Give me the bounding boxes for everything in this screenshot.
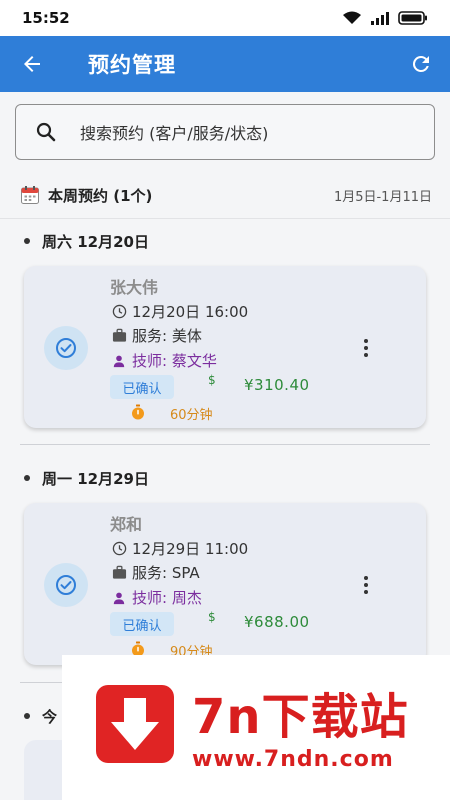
more-options-button[interactable] <box>354 565 378 605</box>
customer-name: 张大伟 <box>110 278 159 297</box>
more-vert-icon <box>364 346 368 350</box>
status-badge: 已确认 <box>110 375 174 399</box>
more-vert-icon <box>364 339 368 343</box>
status-indicator <box>44 563 88 607</box>
service-text: 服务: SPA <box>132 564 200 582</box>
bullet <box>24 238 30 244</box>
divider <box>0 218 450 219</box>
check-circle-icon <box>56 338 76 358</box>
day-label: 周一 12月29日 <box>42 469 149 488</box>
datetime-text: 12月20日 16:00 <box>132 303 249 321</box>
service-text: 服务: 美体 <box>132 327 202 345</box>
app-bar: 预约管理 <box>0 36 450 92</box>
search-input[interactable]: 搜索预约 (客户/服务/状态) <box>15 104 435 160</box>
appointment-technician: 技师: 蔡文华 <box>110 350 217 371</box>
appointment-card[interactable]: 张大伟 12月20日 16:00 服务: 美体 技师: 蔡文华 已确认 $ ¥3… <box>24 266 426 428</box>
clock-icon <box>110 303 128 321</box>
bullet <box>24 475 30 481</box>
calendar-icon <box>21 186 39 204</box>
person-icon <box>110 589 128 607</box>
day-label: 今 <box>42 707 58 726</box>
signal-icon <box>371 12 389 25</box>
watermark-overlay: 7n下载站 www.7ndn.com <box>62 655 450 800</box>
more-options-button[interactable] <box>354 328 378 368</box>
check-circle-icon <box>56 575 76 595</box>
status-indicator <box>44 326 88 370</box>
briefcase-icon <box>110 564 128 582</box>
more-vert-icon <box>364 590 368 594</box>
more-vert-icon <box>364 353 368 357</box>
status-bar: 15:52 <box>0 0 450 36</box>
watermark-url: www.7ndn.com <box>192 747 394 772</box>
appointment-datetime: 12月29日 11:00 <box>110 538 248 559</box>
battery-icon <box>398 11 427 25</box>
technician-text: 技师: 周杰 <box>132 589 202 607</box>
wifi-icon <box>343 11 361 24</box>
search-placeholder: 搜索预约 (客户/服务/状态) <box>80 124 269 143</box>
appointment-card[interactable]: 郑和 12月29日 11:00 服务: SPA 技师: 周杰 已确认 $ ¥68… <box>24 503 426 665</box>
technician-text: 技师: 蔡文华 <box>132 352 217 370</box>
day-header: 今 <box>24 704 57 728</box>
day-header: 周一 12月29日 <box>24 466 149 490</box>
week-header: 本周预约 (1个) 1月5日-1月11日 <box>20 182 432 208</box>
briefcase-icon <box>110 327 128 345</box>
search-icon <box>16 120 76 144</box>
back-arrow-icon <box>24 56 40 72</box>
more-vert-icon <box>364 576 368 580</box>
customer-name: 郑和 <box>110 515 143 534</box>
status-badge: 已确认 <box>110 612 174 636</box>
week-range: 1月5日-1月11日 <box>333 189 432 205</box>
refresh-icon <box>412 55 429 72</box>
price: ¥688.00 <box>244 613 310 631</box>
divider <box>20 444 430 445</box>
download-icon <box>96 685 174 763</box>
dollar-icon: $ <box>208 610 216 624</box>
more-vert-icon <box>364 583 368 587</box>
week-title: 本周预约 (1个) <box>48 186 153 205</box>
watermark-brand: 7n下载站 <box>192 689 409 745</box>
appointment-technician: 技师: 周杰 <box>110 587 202 608</box>
person-icon <box>110 352 128 370</box>
back-button[interactable] <box>0 36 64 92</box>
bullet <box>24 713 30 719</box>
duration: 60分钟 <box>170 408 213 423</box>
status-icons <box>342 11 428 25</box>
appointment-service: 服务: SPA <box>110 562 200 583</box>
appointment-service: 服务: 美体 <box>110 325 202 346</box>
dollar-icon: $ <box>208 373 216 387</box>
page-title: 预约管理 <box>88 53 176 77</box>
day-header: 周六 12月20日 <box>24 229 149 253</box>
datetime-text: 12月29日 11:00 <box>132 540 249 558</box>
price: ¥310.40 <box>244 376 310 394</box>
appointment-datetime: 12月20日 16:00 <box>110 301 248 322</box>
refresh-button[interactable] <box>392 36 450 92</box>
status-time: 15:52 <box>22 9 70 27</box>
day-label: 周六 12月20日 <box>42 232 149 251</box>
timer-icon <box>132 404 144 420</box>
clock-icon <box>110 540 128 558</box>
